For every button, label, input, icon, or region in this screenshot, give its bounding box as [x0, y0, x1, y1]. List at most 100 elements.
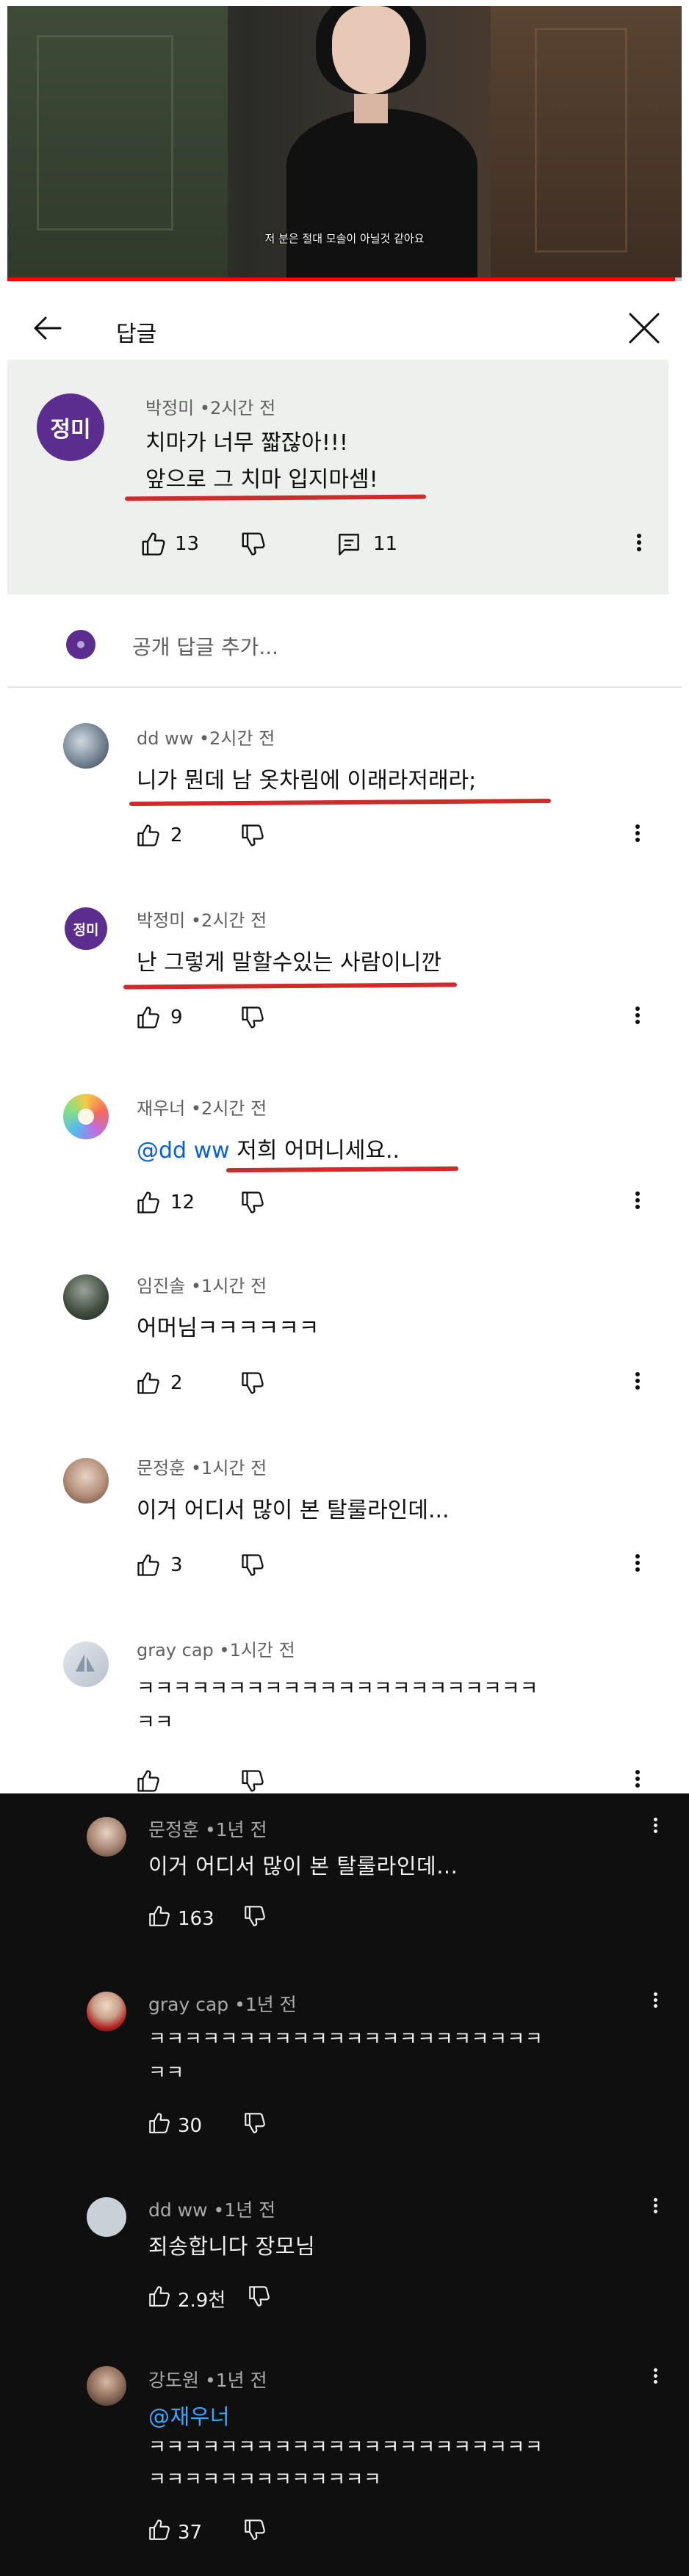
reply-avatar[interactable]	[63, 1094, 109, 1139]
reply-author[interactable]: dd ww	[137, 728, 193, 749]
comment-avatar[interactable]	[87, 2197, 126, 2237]
more-options-icon[interactable]	[651, 2366, 660, 2395]
comment-time: 1년 전	[245, 1994, 297, 2015]
reply-author[interactable]: 임진솔	[137, 1276, 185, 1296]
dislike-button[interactable]	[239, 1768, 266, 1794]
reply-avatar[interactable]	[63, 1274, 109, 1320]
comment-text-line1: ㅋㅋㅋㅋㅋㅋㅋㅋㅋㅋㅋㅋㅋㅋㅋㅋㅋㅋㅋㅋㅋㅋ	[148, 2437, 544, 2459]
like-button[interactable]: 12	[135, 1189, 195, 1216]
comment-author[interactable]: 박정미	[145, 398, 194, 418]
reply-avatar[interactable]	[63, 1458, 109, 1503]
reply-author[interactable]: 박정미	[137, 910, 185, 931]
thumbs-down-icon	[239, 1189, 266, 1216]
like-button[interactable]: 163	[147, 1904, 214, 1934]
thumbs-up-icon	[135, 1370, 162, 1396]
like-button[interactable]: 2.9천	[147, 2284, 226, 2314]
more-options-icon[interactable]	[651, 1990, 660, 2020]
more-options-icon[interactable]	[651, 1815, 660, 1845]
meta-separator: •	[190, 910, 202, 931]
meta-separator: •	[213, 2199, 225, 2221]
dislike-button[interactable]	[242, 2517, 267, 2547]
thumbs-up-icon	[135, 822, 162, 849]
reply-count: 11	[373, 533, 398, 555]
more-options-icon[interactable]	[633, 1004, 642, 1034]
meta-separator: •	[199, 728, 210, 749]
dislike-button[interactable]	[239, 822, 266, 849]
reply-text-line: @dd ww 저희 어머니세요..	[137, 1132, 400, 1164]
dislike-button[interactable]	[239, 530, 267, 558]
replies-header: 답글	[7, 294, 682, 361]
meta-separator: •	[190, 1276, 202, 1296]
thumbs-up-icon	[135, 1552, 162, 1578]
reply-author[interactable]: 문정훈	[137, 1458, 185, 1479]
comment-avatar[interactable]	[87, 1992, 126, 2031]
more-options-icon[interactable]	[633, 822, 642, 852]
dislike-button[interactable]	[242, 1904, 267, 1934]
like-button[interactable]: 37	[147, 2517, 202, 2547]
comment-meta: dd ww •1년 전	[148, 2196, 275, 2222]
reply-author[interactable]: 재우너	[137, 1098, 185, 1119]
back-arrow-icon[interactable]	[29, 310, 66, 347]
comment-author[interactable]: 문정훈	[148, 1819, 199, 1840]
comment-avatar[interactable]	[87, 2366, 126, 2406]
thumbs-up-icon	[147, 1904, 172, 1934]
video-player[interactable]: 저 분은 절대 모솔이 아닐것 같아요	[0, 0, 689, 288]
thumbs-up-icon	[135, 1004, 162, 1031]
add-reply-input[interactable]: 공개 답글 추가...	[132, 631, 278, 661]
thumbs-down-icon	[242, 2111, 267, 2141]
reply-text-line1: ㅋㅋㅋㅋㅋㅋㅋㅋㅋㅋㅋㅋㅋㅋㅋㅋㅋㅋㅋㅋㅋㅋ	[137, 1677, 538, 1700]
video-caption: 저 분은 절대 모솔이 아닐것 같아요	[264, 232, 425, 245]
comment-author[interactable]: dd ww	[148, 2199, 208, 2221]
dislike-button[interactable]	[239, 1189, 266, 1216]
more-options-icon[interactable]	[633, 1189, 642, 1219]
comment-text-line2: ㅋㅋ	[148, 2062, 184, 2084]
meta-separator: •	[190, 1458, 202, 1479]
reply-time: 2시간 전	[201, 910, 267, 931]
video-frame[interactable]: 저 분은 절대 모솔이 아닐것 같아요	[7, 6, 682, 280]
dislike-button[interactable]	[239, 1370, 266, 1396]
reply-avatar[interactable]	[63, 1641, 109, 1687]
like-button[interactable]: 2	[135, 822, 183, 849]
meta-separator: •	[204, 2370, 216, 2391]
reply-author[interactable]: gray cap	[137, 1640, 214, 1661]
comment-author[interactable]: 강도원	[148, 2370, 199, 2391]
comment-avatar[interactable]	[87, 1817, 126, 1857]
reply-count-button[interactable]: 11	[335, 530, 397, 558]
like-count: 2.9천	[178, 2290, 226, 2312]
reply-meta: 문정훈 •1시간 전	[137, 1454, 267, 1479]
more-options-icon[interactable]	[633, 1552, 642, 1581]
thumbs-up-icon	[140, 530, 167, 558]
reply-mention-link[interactable]: @dd ww	[137, 1138, 230, 1164]
like-button[interactable]: 13	[140, 530, 199, 558]
avatar-initials: 정미	[73, 921, 99, 938]
add-reply-row[interactable]: 공개 답글 추가...	[7, 609, 668, 680]
reply-text-line2: ㅋㅋ	[137, 1711, 173, 1734]
like-button[interactable]: 3	[135, 1552, 183, 1578]
dislike-button[interactable]	[242, 2111, 267, 2141]
comment-text: 죄송합니다 장모님	[148, 2234, 316, 2259]
video-progress-bar[interactable]	[7, 277, 682, 281]
comment-meta: gray cap •1년 전	[148, 1990, 297, 2017]
more-options-icon[interactable]	[633, 1768, 642, 1797]
more-options-icon[interactable]	[635, 531, 643, 561]
reply-meta: 임진솔 •1시간 전	[137, 1271, 267, 1297]
reply-avatar[interactable]	[63, 723, 109, 769]
like-count: 2	[170, 824, 183, 846]
reply-avatar[interactable]: 정미	[65, 907, 107, 950]
dislike-button[interactable]	[239, 1004, 266, 1031]
avatar-initials: 정미	[50, 417, 91, 443]
like-button[interactable]: 2	[135, 1370, 183, 1396]
like-button[interactable]: 9	[135, 1004, 183, 1031]
comment-mention-link[interactable]: @재우너	[148, 2400, 230, 2431]
comment-author[interactable]: gray cap	[148, 1994, 228, 2015]
more-options-icon[interactable]	[633, 1370, 642, 1399]
close-icon[interactable]	[624, 308, 664, 348]
dislike-button[interactable]	[247, 2284, 272, 2314]
reply-text: 니가 뭔데 남 옷차림에 이래라저래라;	[137, 768, 477, 794]
dislike-button[interactable]	[239, 1552, 266, 1578]
reply-meta: dd ww •2시간 전	[137, 724, 275, 750]
like-button[interactable]: 30	[147, 2111, 202, 2141]
parent-comment-avatar[interactable]: 정미	[37, 393, 104, 461]
more-options-icon[interactable]	[651, 2196, 660, 2225]
like-button[interactable]	[135, 1768, 162, 1794]
